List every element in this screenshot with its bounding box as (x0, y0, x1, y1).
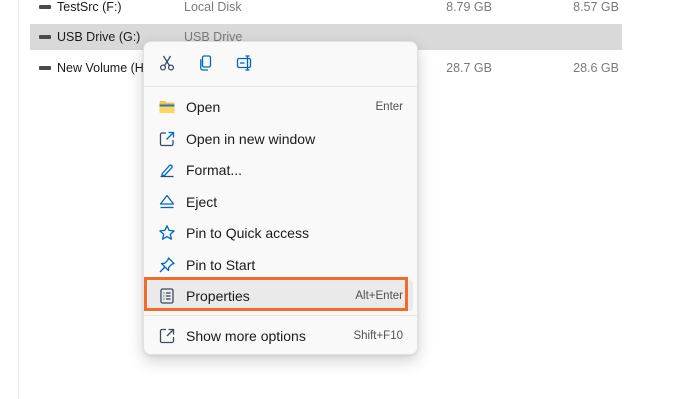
folder-icon (158, 98, 176, 116)
copy-button[interactable] (192, 52, 220, 78)
menu-item-label: Pin to Quick access (186, 224, 309, 241)
menu-item-eject[interactable]: Eject (148, 186, 413, 217)
menu-separator (144, 86, 417, 87)
menu-item-show-more-options[interactable]: Show more options Shift+F10 (148, 320, 413, 351)
menu-item-label: Show more options (186, 327, 306, 344)
explorer-left-border (18, 0, 19, 399)
format-icon (158, 161, 176, 179)
menu-item-label: Open in new window (186, 130, 316, 147)
drive-free-space: 8.79 GB (446, 0, 492, 14)
properties-highlight-box (144, 277, 408, 311)
menu-item-label: Format... (186, 161, 243, 178)
menu-separator (144, 315, 417, 316)
rename-icon (236, 54, 254, 77)
rename-button[interactable] (231, 52, 259, 78)
menu-item-format[interactable]: Format... (148, 154, 413, 185)
pin-icon (158, 256, 176, 274)
drive-icon (39, 5, 51, 9)
menu-item-pin-start[interactable]: Pin to Start (148, 249, 413, 280)
menu-item-label: Eject (186, 193, 218, 210)
drive-total-size: 28.6 GB (573, 61, 619, 75)
cut-icon (158, 54, 176, 77)
copy-icon (197, 54, 215, 77)
drive-free-space: 28.7 GB (446, 61, 492, 75)
cut-button[interactable] (153, 52, 181, 78)
drive-row-f[interactable]: TestSrc (F:) Local Disk 8.79 GB 8.57 GB (30, 0, 622, 20)
drive-name: TestSrc (F:) (57, 0, 122, 14)
drive-type: Local Disk (184, 0, 242, 14)
menu-item-pin-quick-access[interactable]: Pin to Quick access (148, 217, 413, 248)
eject-icon (158, 193, 176, 211)
menu-item-label: Open (186, 98, 221, 115)
menu-item-shortcut: Shift+F10 (353, 329, 403, 342)
drive-icon (39, 35, 51, 39)
menu-item-open-new-window[interactable]: Open in new window (148, 123, 413, 154)
menu-item-label: Pin to Start (186, 256, 256, 273)
show-more-icon (158, 327, 176, 345)
menu-item-open[interactable]: Open Enter (148, 91, 413, 122)
quick-actions-bar (144, 42, 417, 86)
star-icon (158, 224, 176, 242)
drive-total-size: 8.57 GB (573, 0, 619, 14)
open-new-window-icon (158, 130, 176, 148)
menu-item-shortcut: Enter (375, 100, 404, 113)
drive-icon (39, 66, 51, 70)
